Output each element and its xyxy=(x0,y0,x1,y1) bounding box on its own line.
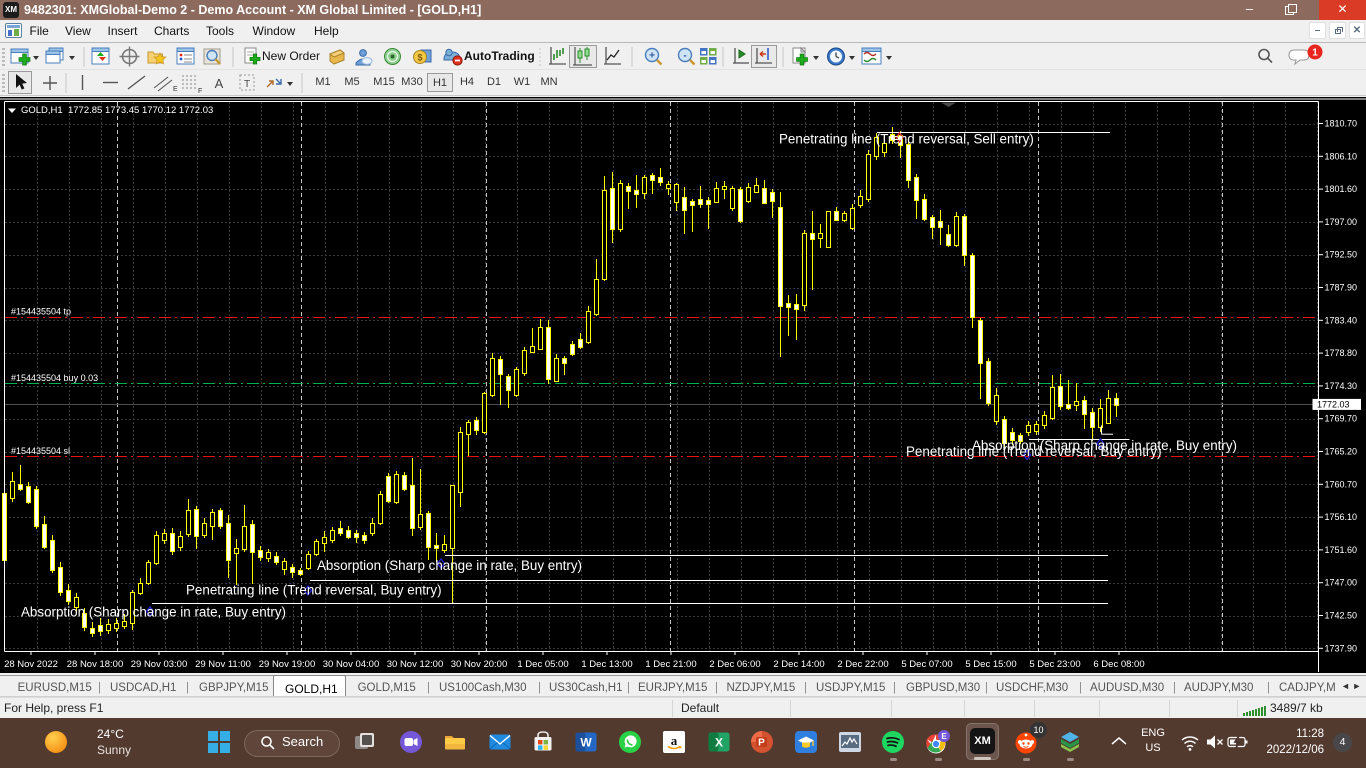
svg-text:1765.20: 1765.20 xyxy=(1325,447,1358,457)
svg-text:1751.60: 1751.60 xyxy=(1325,545,1358,555)
svg-text:1747.00: 1747.00 xyxy=(1325,578,1358,588)
svg-text:a: a xyxy=(671,733,678,748)
svg-text:Penetrating line (Trend revers: Penetrating line (Trend reversal, Sell e… xyxy=(779,132,1034,147)
svg-text:1783.40: 1783.40 xyxy=(1325,315,1358,325)
svg-text:28 Nov 18:00: 28 Nov 18:00 xyxy=(67,659,124,670)
svg-text:1772.03: 1772.03 xyxy=(1317,400,1350,410)
svg-text:1774.30: 1774.30 xyxy=(1325,381,1358,391)
svg-text:5 Dec 23:00: 5 Dec 23:00 xyxy=(1029,659,1080,670)
svg-text:1792.50: 1792.50 xyxy=(1325,250,1358,260)
svg-text:Penetrating line (Trend revers: Penetrating line (Trend reversal, Buy en… xyxy=(906,444,1162,459)
svg-text:#154435504 sl: #154435504 sl xyxy=(11,446,70,456)
svg-text:1769.70: 1769.70 xyxy=(1325,414,1358,424)
svg-text:1: 1 xyxy=(1312,48,1318,59)
svg-text:30 Nov 04:00: 30 Nov 04:00 xyxy=(323,659,380,670)
svg-text:Absorption (Sharp change in ra: Absorption (Sharp change in rate, Buy en… xyxy=(21,605,286,620)
svg-text:W: W xyxy=(580,736,592,750)
svg-text:1760.70: 1760.70 xyxy=(1325,479,1358,489)
svg-text:#154435504 buy 0.03: #154435504 buy 0.03 xyxy=(11,373,98,383)
svg-text:1778.80: 1778.80 xyxy=(1325,348,1358,358)
svg-text:Penetrating line (Trend revers: Penetrating line (Trend reversal, Buy en… xyxy=(186,583,442,598)
svg-text:29 Nov 03:00: 29 Nov 03:00 xyxy=(131,659,188,670)
svg-text:$: $ xyxy=(417,53,422,63)
svg-text:F: F xyxy=(198,88,202,95)
svg-text:2 Dec 06:00: 2 Dec 06:00 xyxy=(709,659,760,670)
svg-text:1787.90: 1787.90 xyxy=(1325,283,1358,293)
svg-text:1756.10: 1756.10 xyxy=(1325,512,1358,522)
svg-text:Absorption (Sharp change in ra: Absorption (Sharp change in rate, Buy en… xyxy=(317,558,582,573)
svg-text:1 Dec 21:00: 1 Dec 21:00 xyxy=(645,659,696,670)
svg-text:28 Nov 2022: 28 Nov 2022 xyxy=(4,659,58,670)
svg-text:29 Nov 19:00: 29 Nov 19:00 xyxy=(259,659,316,670)
svg-text:E: E xyxy=(173,86,178,93)
svg-text:#154435504 tp: #154435504 tp xyxy=(11,307,71,317)
svg-text:+: + xyxy=(649,51,655,62)
svg-text:1801.60: 1801.60 xyxy=(1325,184,1358,194)
svg-text:X: X xyxy=(715,736,723,750)
svg-text:1810.70: 1810.70 xyxy=(1325,119,1358,129)
svg-text:1806.10: 1806.10 xyxy=(1325,151,1358,161)
svg-text:30 Nov 12:00: 30 Nov 12:00 xyxy=(387,659,444,670)
svg-text:6 Dec 08:00: 6 Dec 08:00 xyxy=(1093,659,1144,670)
svg-text:1742.50: 1742.50 xyxy=(1325,611,1358,621)
svg-text:-: - xyxy=(683,51,686,62)
svg-text:1 Dec 13:00: 1 Dec 13:00 xyxy=(581,659,632,670)
svg-text:T: T xyxy=(244,79,250,90)
svg-text:1737.90: 1737.90 xyxy=(1325,643,1358,653)
svg-text:2 Dec 22:00: 2 Dec 22:00 xyxy=(837,659,888,670)
svg-text:E: E xyxy=(941,732,947,741)
svg-text:GOLD,H1 1772.85 1773.45 1770.: GOLD,H1 1772.85 1773.45 1770.12 1772.03 xyxy=(21,105,213,116)
svg-text:5 Dec 15:00: 5 Dec 15:00 xyxy=(965,659,1016,670)
svg-text:5 Dec 07:00: 5 Dec 07:00 xyxy=(901,659,952,670)
svg-text:1 Dec 05:00: 1 Dec 05:00 xyxy=(517,659,568,670)
svg-text:P: P xyxy=(758,738,765,749)
svg-text:2 Dec 14:00: 2 Dec 14:00 xyxy=(773,659,824,670)
svg-text:1797.00: 1797.00 xyxy=(1325,217,1358,227)
svg-text:29 Nov 11:00: 29 Nov 11:00 xyxy=(195,659,251,670)
svg-text:A: A xyxy=(215,76,224,91)
svg-text:30 Nov 20:00: 30 Nov 20:00 xyxy=(451,659,508,670)
